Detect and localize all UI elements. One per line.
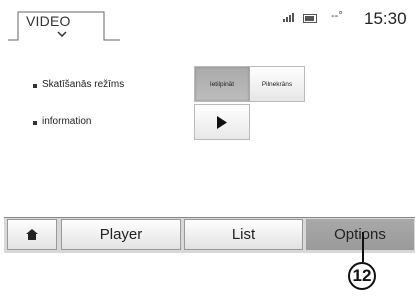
play-icon: [217, 115, 227, 129]
battery-icon: [303, 14, 317, 23]
callout-leader-line: [362, 232, 364, 262]
view-mode-label: Skatīšanās režīms: [42, 79, 125, 90]
home-icon: [26, 229, 38, 240]
page-title: VIDEO: [26, 13, 71, 29]
tab-list[interactable]: List: [184, 219, 303, 250]
callout-number: 12: [348, 262, 376, 290]
information-play-button[interactable]: [194, 104, 250, 140]
temperature-readout: --°: [331, 10, 343, 22]
view-mode-segmented-control: Ietilpināt Pilnekrāns: [194, 66, 305, 102]
clock: 15:30: [364, 9, 407, 28]
tab-player[interactable]: Player: [61, 219, 181, 250]
bullet-icon: [33, 84, 37, 88]
view-mode-fit-button[interactable]: Ietilpināt: [195, 67, 249, 101]
information-label: information: [42, 116, 92, 127]
home-button[interactable]: [7, 219, 57, 250]
chevron-down-icon[interactable]: [57, 31, 67, 37]
bullet-icon: [33, 121, 37, 125]
signal-icon: [283, 13, 294, 22]
view-mode-fullscreen-button[interactable]: Pilnekrāns: [249, 67, 304, 101]
tab-options[interactable]: Options: [306, 219, 414, 250]
